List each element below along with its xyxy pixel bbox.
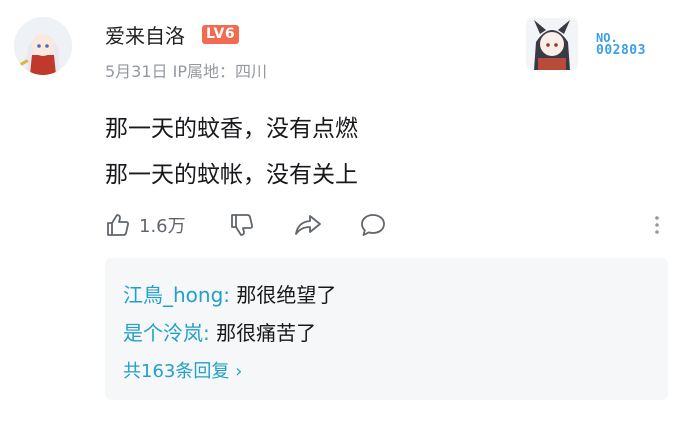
view-all-replies-link[interactable]: 共163条回复 › <box>123 352 242 392</box>
comment-line: 那一天的蚊香，没有点燃 <box>105 116 358 142</box>
like-count: 1.6万 <box>139 216 186 237</box>
reply-item[interactable]: 江鳥_hong: 那很绝望了 <box>123 276 668 314</box>
more-options-button[interactable] <box>651 206 663 244</box>
comment-line: 那一天的蚊帐，没有关上 <box>105 162 358 188</box>
reply-total-label: 共163条回复 <box>123 361 230 382</box>
thumb-up-icon <box>107 214 129 236</box>
comment-actions: 1.6万 <box>105 206 665 246</box>
user-avatar[interactable] <box>14 17 72 75</box>
ip-location: 四川 <box>235 62 268 81</box>
more-vertical-icon <box>655 216 659 234</box>
like-button[interactable]: 1.6万 <box>105 206 186 244</box>
level-badge: LV6 <box>202 25 240 44</box>
reply-text: 那很痛苦了 <box>209 321 317 345</box>
share-icon <box>295 215 321 235</box>
dislike-button[interactable] <box>229 206 255 244</box>
thumb-down-icon <box>231 214 253 236</box>
comment-date: 5月31日 <box>105 62 168 81</box>
fan-badge-number: NO. 002803 <box>596 32 646 57</box>
username[interactable]: 爱来自洛 <box>105 20 185 49</box>
comment-content: 那一天的蚊香，没有点燃 那一天的蚊帐，没有关上 <box>105 106 358 198</box>
reply-preview-panel: 江鳥_hong: 那很绝望了 是个泠岚: 那很痛苦了 共163条回复 › <box>105 258 668 400</box>
comment-bubble-icon <box>361 214 385 236</box>
ip-location-label: IP属地： <box>172 62 236 81</box>
reply-item[interactable]: 是个泠岚: 那很痛苦了 <box>123 314 668 352</box>
reply-author[interactable]: 江鳥_hong <box>123 283 223 307</box>
fan-badge-illustration <box>526 18 578 70</box>
chevron-right-icon: › <box>235 361 243 382</box>
reply-button[interactable] <box>359 206 387 244</box>
badge-number: 002803 <box>596 43 646 58</box>
fan-badge-image[interactable] <box>520 12 584 76</box>
share-button[interactable] <box>293 206 323 244</box>
comment-meta: 5月31日 IP属地：四川 <box>105 58 267 82</box>
reply-author[interactable]: 是个泠岚 <box>123 321 203 345</box>
reply-text: 那很绝望了 <box>230 283 337 307</box>
reply-separator: : <box>203 321 210 345</box>
avatar-image <box>14 17 72 75</box>
